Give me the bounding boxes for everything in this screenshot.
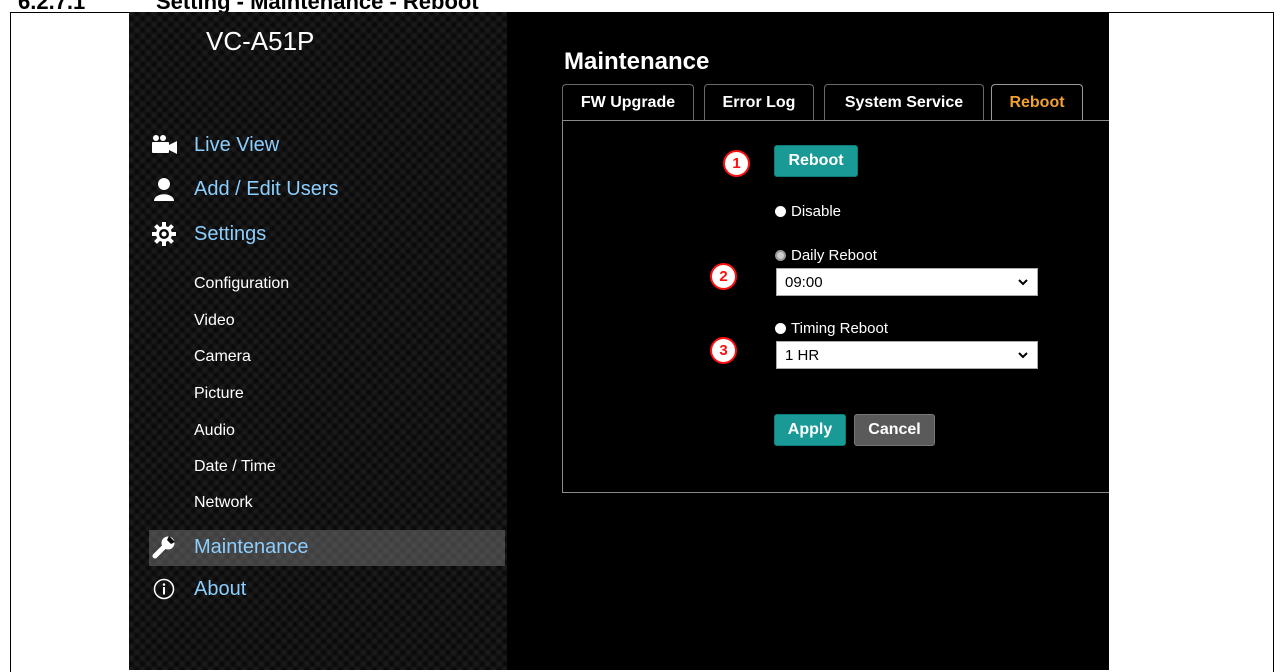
tab-system-service[interactable]: System Service	[824, 84, 984, 120]
sidebar-item-label: Settings	[194, 222, 267, 245]
sidebar-item-label: Live View	[194, 133, 280, 156]
sidebar: VC-A51P Live View Add / Edit Users Setti…	[129, 12, 507, 670]
daily-reboot-time-select[interactable]: 09:00	[776, 268, 1038, 296]
reboot-button[interactable]: Reboot	[774, 145, 858, 177]
chevron-down-icon	[1017, 347, 1029, 367]
sidebar-item-label: Maintenance	[194, 535, 309, 558]
sidebar-item-live-view[interactable]: Live View	[149, 128, 279, 162]
sidebar-subitem-date-time[interactable]: Date / Time	[194, 454, 276, 480]
annotation-marker-3: 3	[710, 337, 737, 364]
reboot-panel: 1 Reboot Disable Daily Reboot 2 09:00 Ti…	[562, 120, 1109, 493]
timing-reboot-interval-value: 1 HR	[785, 346, 820, 364]
annotation-marker-1: 1	[723, 150, 750, 177]
daily-reboot-option[interactable]: Daily Reboot	[775, 247, 877, 264]
sidebar-subitem-configuration[interactable]: Configuration	[194, 271, 289, 297]
sidebar-subitem-video[interactable]: Video	[194, 308, 235, 334]
sidebar-subitem-picture[interactable]: Picture	[194, 381, 244, 407]
annotation-marker-2: 2	[710, 263, 737, 290]
sidebar-item-label: Add / Edit Users	[194, 177, 339, 200]
sidebar-item-label: About	[194, 577, 247, 600]
info-icon	[149, 575, 179, 603]
daily-reboot-radio[interactable]	[775, 250, 786, 261]
sidebar-item-about[interactable]: About	[149, 572, 246, 606]
gear-icon	[149, 220, 179, 248]
disable-option[interactable]: Disable	[775, 203, 841, 220]
chevron-down-icon	[1017, 274, 1029, 294]
tab-fw-upgrade[interactable]: FW Upgrade	[562, 84, 694, 120]
user-icon	[149, 175, 179, 203]
apply-button[interactable]: Apply	[774, 414, 846, 446]
timing-reboot-option[interactable]: Timing Reboot	[775, 320, 888, 337]
timing-reboot-radio[interactable]	[775, 323, 786, 334]
sidebar-subitem-network[interactable]: Network	[194, 490, 253, 516]
wrench-icon	[149, 533, 179, 561]
product-name: VC-A51P	[206, 26, 315, 56]
disable-label: Disable	[791, 203, 842, 220]
live-view-icon	[149, 131, 179, 159]
page-title: Maintenance	[564, 48, 710, 75]
tab-error-log[interactable]: Error Log	[704, 84, 814, 120]
tab-reboot[interactable]: Reboot	[991, 84, 1083, 120]
camera-web-ui: VC-A51P Live View Add / Edit Users Setti…	[129, 12, 1109, 670]
sidebar-item-maintenance[interactable]: Maintenance	[149, 530, 309, 564]
sidebar-item-settings[interactable]: Settings	[149, 217, 266, 251]
sidebar-item-add-edit-users[interactable]: Add / Edit Users	[149, 172, 339, 206]
sidebar-subitem-camera[interactable]: Camera	[194, 344, 251, 370]
disable-radio[interactable]	[775, 206, 786, 217]
timing-reboot-label: Timing Reboot	[791, 320, 888, 337]
timing-reboot-interval-select[interactable]: 1 HR	[776, 341, 1038, 369]
sidebar-subitem-audio[interactable]: Audio	[194, 418, 235, 444]
daily-reboot-time-value: 09:00	[785, 273, 823, 291]
cancel-button[interactable]: Cancel	[854, 414, 935, 446]
daily-reboot-label: Daily Reboot	[791, 247, 877, 264]
main-content: Maintenance FW Upgrade Error Log System …	[507, 12, 1109, 670]
